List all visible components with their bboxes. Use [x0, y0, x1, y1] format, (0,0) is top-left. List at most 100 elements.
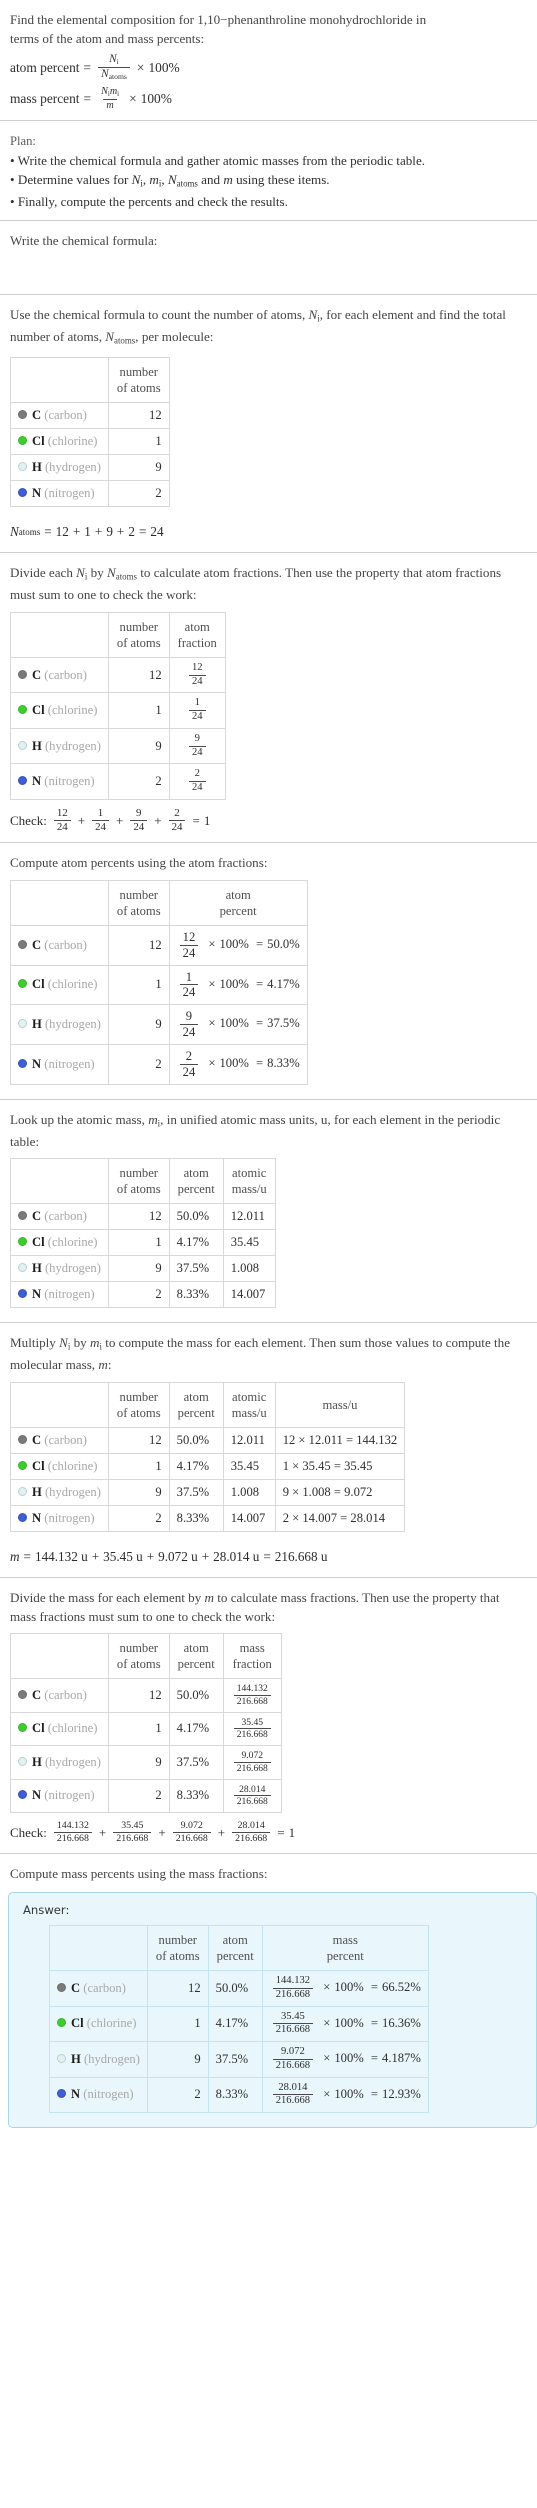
atom-count-carbon: 12 [107, 1678, 170, 1713]
element-cell-hydrogen: H (hydrogen) [10, 1745, 109, 1780]
atom-percent-hundred: 100% [148, 59, 180, 75]
plan-bullet-2: • Determine values for Ni, mi, Natoms an… [10, 171, 330, 189]
equals-sign: = [83, 91, 92, 107]
count-atoms-instruction: Use the chemical formula to count the nu… [10, 306, 506, 346]
element-color-dot-nitrogen [57, 2089, 66, 2099]
element-cell-chlorine: Cl (chlorine) [10, 1711, 109, 1747]
header-atom-percent: atom percent [207, 1924, 263, 1971]
atomic-mass-carbon: 12.011 [222, 1203, 276, 1231]
atom-percent-value-chlorine: 4.17% [168, 1711, 224, 1747]
table-row: N (nitrogen) 2 8.33% 28.014 216.668 [10, 1778, 282, 1814]
element-cell-chlorine: Cl (chlorine) [49, 2005, 148, 2043]
table-row: N (nitrogen) 2 2 24 [10, 763, 226, 800]
atom-count-nitrogen: 2 [107, 1504, 170, 1532]
header-element [10, 357, 109, 404]
answer-pod: Answer: number of atoms atom percent mass p… [8, 1891, 537, 2129]
atom-fraction-carbon: 12 24 [168, 656, 226, 694]
atom-percent-value-carbon: 50.0% [168, 1203, 224, 1231]
mass-percent-instruction: Compute mass percents using the mass fra… [10, 1866, 268, 1882]
element-color-dot-carbon [57, 1982, 66, 1992]
element-color-dot-carbon [18, 1434, 27, 1444]
table-row: C (carbon) 12 50.0% 12.011 [10, 1203, 276, 1231]
element-cell-hydrogen: H (hydrogen) [10, 727, 109, 765]
element-cell-carbon: C (carbon) [49, 1969, 148, 2007]
table-row: C (carbon) 12 50.0% 144.132 216.668 [10, 1678, 282, 1713]
atom-percent-chlorine: 1 24 × 100% = 4.17% [168, 964, 308, 1006]
natoms-term-3: 9 [106, 524, 113, 540]
mass-expression-carbon: 12 × 12.011 = 144.132 [274, 1426, 406, 1454]
chemical-formula-placeholder [6, 260, 531, 294]
header-number-of-atoms: number of atoms [107, 1381, 170, 1428]
header-mass-fraction: mass fraction [222, 1633, 282, 1680]
atom-count-chlorine: 1 [107, 1711, 170, 1747]
element-cell-nitrogen: N (nitrogen) [10, 763, 109, 800]
element-cell-nitrogen: N (nitrogen) [49, 2076, 148, 2114]
total-atoms-equation: Natoms = 12 + 1 + 9 + 2 = 24 [10, 524, 164, 540]
element-cell-nitrogen: N (nitrogen) [10, 1778, 109, 1814]
table-row: Cl (chlorine) 1 4.17% 35.45 1 × 35.45 = … [10, 1452, 406, 1480]
mass-percent-numerator: Nimi [101, 86, 120, 98]
atom-percent-value-hydrogen: 37.5% [168, 1745, 224, 1780]
table-header-row: number of atoms [10, 357, 170, 404]
atom-count-hydrogen: 9 [107, 1745, 170, 1780]
element-color-dot-carbon [18, 669, 27, 679]
mass-percent-carbon: 144.132 216.668 × 100% = 66.52% [261, 1969, 429, 2007]
problem-statement-section: Find the elemental composition for 1,10−… [0, 0, 537, 120]
table-row: H (hydrogen) 9 37.5% 1.008 [10, 1255, 276, 1283]
atom-fraction-check-result: 1 [203, 812, 211, 828]
element-cell-hydrogen: H (hydrogen) [10, 1478, 109, 1506]
atom-percent-value-carbon: 50.0% [168, 1426, 224, 1454]
element-cell-carbon: C (carbon) [10, 1426, 109, 1454]
element-cell-carbon: C (carbon) [10, 656, 109, 694]
atom-percent-table: number of atoms atom percent C (carbon) 12… [10, 879, 308, 1085]
atom-count-hydrogen: 9 [107, 727, 170, 765]
atom-count-carbon: 12 [107, 1203, 170, 1231]
header-atomic-mass: atomic mass/u [222, 1158, 276, 1205]
element-color-dot-nitrogen [18, 488, 27, 498]
element-color-dot-nitrogen [18, 1790, 27, 1800]
header-element [10, 1158, 109, 1205]
atom-count-hydrogen: 9 [107, 454, 170, 482]
plan-bullet-3: • Finally, compute the percents and chec… [10, 193, 288, 209]
atom-count-hydrogen: 9 [107, 1478, 170, 1506]
table-header-row: number of atoms atom percent atomic mass/u … [10, 1381, 406, 1428]
table-row: C (carbon) 12 50.0% 144.132 216.668 × 100%… [49, 1969, 429, 2007]
mass-percent-formula: mass percent = Nimi m × 100% [6, 84, 531, 114]
atom-fraction-chlorine: 1 24 [168, 692, 226, 729]
element-mass-table: number of atoms atom percent atomic mass/u … [10, 1381, 406, 1532]
header-atom-percent: atom percent [168, 1633, 224, 1680]
atomic-mass-hydrogen: 1.008 [222, 1255, 276, 1283]
write-formula-section: Write the chemical formula: [0, 221, 537, 294]
atom-percent-value-hydrogen: 37.5% [207, 2041, 263, 2078]
mass-percent-hundred: 100% [140, 91, 172, 107]
header-atomic-mass: atomic mass/u [222, 1381, 276, 1428]
element-cell-hydrogen: H (hydrogen) [49, 2041, 148, 2078]
element-mass-section: Multiply Ni by mi to compute the mass fo… [0, 1323, 537, 1577]
atom-percent-value-hydrogen: 37.5% [168, 1255, 224, 1283]
atom-count-chlorine: 1 [107, 964, 170, 1006]
atomic-mass-carbon: 12.011 [222, 1426, 276, 1454]
natoms-term-1: 12 [55, 524, 69, 540]
molecular-mass-equation: m = 144.132 u + 35.45 u + 9.072 u + 28.014 … [10, 1548, 328, 1564]
element-color-dot-carbon [18, 1211, 27, 1221]
check-label: Check: [10, 812, 47, 828]
element-color-dot-carbon [18, 410, 27, 420]
atom-count-carbon: 12 [107, 1426, 170, 1454]
element-cell-carbon: C (carbon) [10, 402, 109, 430]
table-row: H (hydrogen) 9 37.5% 1.008 9 × 1.008 = 9… [10, 1478, 406, 1506]
mass-fraction-check: Check: 144.132 216.668 + 35.45 216.668 + 9.0… [10, 1820, 296, 1845]
element-cell-hydrogen: H (hydrogen) [10, 1004, 109, 1045]
atom-fraction-hydrogen: 9 24 [168, 727, 226, 765]
element-color-dot-hydrogen [18, 1756, 27, 1766]
mass-term-1: 144.132 u [34, 1548, 88, 1564]
times-sign: × [129, 91, 137, 107]
header-mass-percent: mass percent [261, 1924, 429, 1971]
atom-count-table: number of atoms C (carbon) 12 Cl (chlorin… [10, 357, 170, 508]
table-row: C (carbon) 12 [10, 402, 170, 430]
header-atom-percent: atom percent [168, 879, 308, 926]
table-row: C (carbon) 12 50.0% 12.011 12 × 12.011 =… [10, 1426, 406, 1454]
atom-count-chlorine: 1 [107, 1452, 170, 1480]
write-formula-instruction: Write the chemical formula: [10, 233, 158, 249]
element-cell-hydrogen: H (hydrogen) [10, 454, 109, 482]
molecular-mass-total: 216.668 u [274, 1548, 328, 1564]
